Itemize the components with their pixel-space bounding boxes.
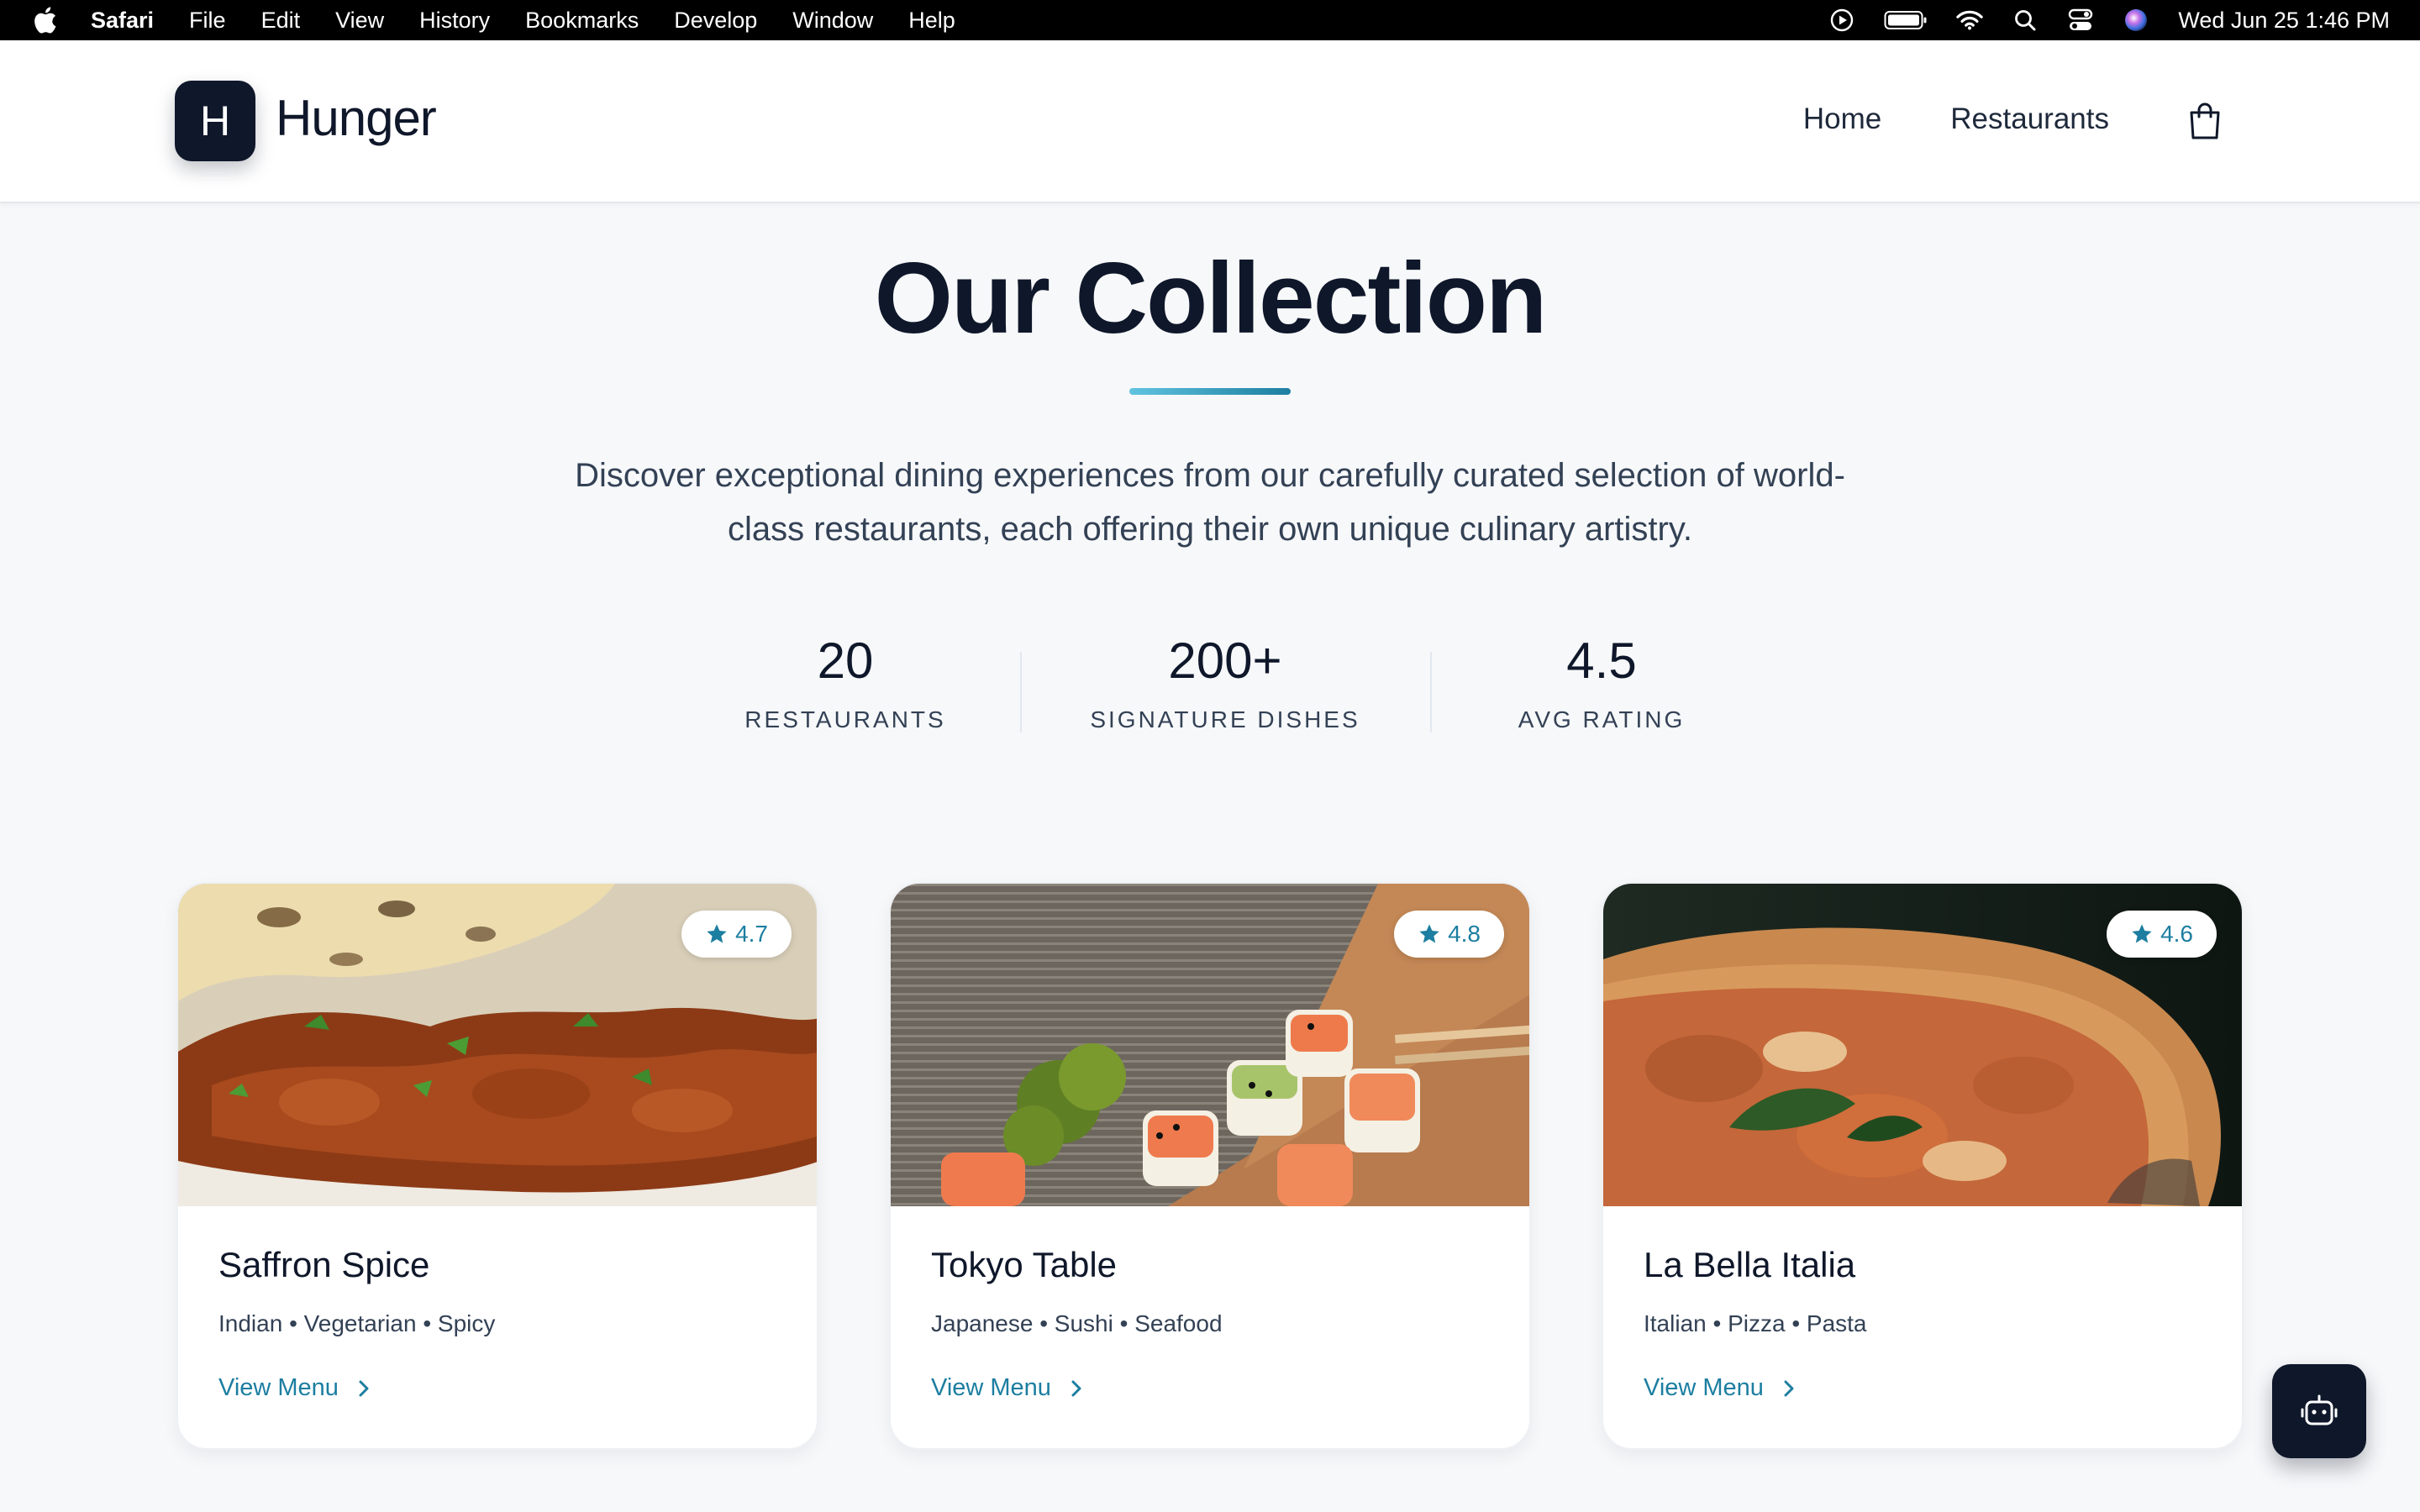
restaurant-card[interactable]: 4.6 La Bella Italia Italian • Pizza • Pa…	[1602, 882, 2244, 1450]
stat-signature-dishes: 200+ SIGNATURE DISHES	[1060, 632, 1390, 733]
menubar-history[interactable]: History	[419, 8, 490, 34]
stat-restaurants: 20 RESTAURANTS	[719, 632, 971, 733]
restaurant-name[interactable]: Tokyo Table	[931, 1245, 1117, 1285]
view-menu-label: View Menu	[218, 1374, 339, 1401]
title-underline	[1129, 388, 1291, 395]
restaurant-tags: Indian • Vegetarian • Spicy	[218, 1310, 496, 1336]
control-center-icon[interactable]	[2067, 7, 2094, 34]
restaurant-tags: Japanese • Sushi • Seafood	[931, 1310, 1223, 1336]
macos-menubar: Safari File Edit View History Bookmarks …	[0, 0, 2420, 40]
star-icon	[1419, 924, 1439, 943]
menubar-file[interactable]: File	[189, 8, 226, 34]
siri-icon[interactable]	[2123, 7, 2149, 34]
nav-home[interactable]: Home	[1803, 102, 1881, 136]
battery-icon[interactable]	[1884, 7, 1928, 34]
chevron-right-icon	[359, 1380, 369, 1396]
stat-divider	[1020, 652, 1022, 732]
rating-value: 4.7	[735, 921, 768, 947]
restaurant-name[interactable]: La Bella Italia	[1644, 1245, 1855, 1285]
shopping-bag-icon[interactable]	[2185, 101, 2225, 141]
view-menu-label: View Menu	[931, 1374, 1051, 1401]
spotlight-search-icon[interactable]	[2012, 7, 2039, 34]
rating-badge: 4.6	[2107, 911, 2217, 958]
restaurant-card[interactable]: 4.8 Tokyo Table Japanese • Sushi • Seafo…	[889, 882, 1531, 1450]
rating-badge: 4.7	[681, 911, 792, 958]
robot-icon	[2301, 1394, 2338, 1425]
stat-value: 200+	[1168, 633, 1282, 689]
menubar-edit[interactable]: Edit	[261, 8, 301, 34]
view-menu-link[interactable]: View Menu	[218, 1374, 371, 1402]
nav-restaurants[interactable]: Restaurants	[1950, 102, 2109, 136]
restaurant-name[interactable]: Saffron Spice	[218, 1245, 429, 1285]
stat-label: RESTAURANTS	[744, 706, 946, 732]
chevron-right-icon	[1784, 1380, 1794, 1396]
menubar-view[interactable]: View	[335, 8, 384, 34]
site-header: H Hunger Home Restaurants	[0, 40, 2420, 203]
stat-avg-rating: 4.5 AVG RATING	[1476, 632, 1728, 733]
view-menu-link[interactable]: View Menu	[1644, 1374, 1796, 1402]
stat-divider	[1430, 652, 1432, 732]
menubar-develop[interactable]: Develop	[674, 8, 757, 34]
rating-value: 4.8	[1448, 921, 1481, 947]
rating-badge: 4.8	[1394, 911, 1504, 958]
menubar-window[interactable]: Window	[792, 8, 873, 34]
view-menu-label: View Menu	[1644, 1374, 1764, 1401]
logo-letter: H	[199, 97, 231, 144]
main-nav: Home Restaurants	[1803, 102, 2109, 136]
view-menu-link[interactable]: View Menu	[931, 1374, 1083, 1402]
media-play-icon[interactable]	[1828, 7, 1855, 34]
restaurant-tags: Italian • Pizza • Pasta	[1644, 1310, 1867, 1336]
menubar-clock[interactable]: Wed Jun 25 1:46 PM	[2178, 8, 2390, 34]
rating-value: 4.6	[2160, 921, 2193, 947]
menubar-app-name[interactable]: Safari	[91, 8, 154, 34]
star-icon	[707, 924, 727, 943]
stat-label: AVG RATING	[1518, 706, 1686, 732]
menubar-help[interactable]: Help	[908, 8, 955, 34]
wifi-icon[interactable]	[1956, 7, 1984, 34]
stat-value: 4.5	[1566, 633, 1637, 689]
apple-menu-icon[interactable]	[30, 5, 60, 35]
menubar-bookmarks[interactable]: Bookmarks	[525, 8, 639, 34]
page-title: Our Collection	[874, 242, 1548, 354]
chevron-right-icon	[1071, 1380, 1081, 1396]
brand-name[interactable]: Hunger	[276, 89, 437, 147]
logo-badge[interactable]: H	[175, 81, 255, 161]
stat-value: 20	[817, 633, 874, 689]
star-icon	[2132, 924, 2152, 943]
stat-label: SIGNATURE DISHES	[1090, 706, 1360, 732]
chatbot-button[interactable]	[2272, 1364, 2366, 1458]
restaurant-card[interactable]: 4.7 Saffron Spice Indian • Vegetarian • …	[176, 882, 818, 1450]
hero-description: Discover exceptional dining experiences …	[575, 457, 1845, 548]
